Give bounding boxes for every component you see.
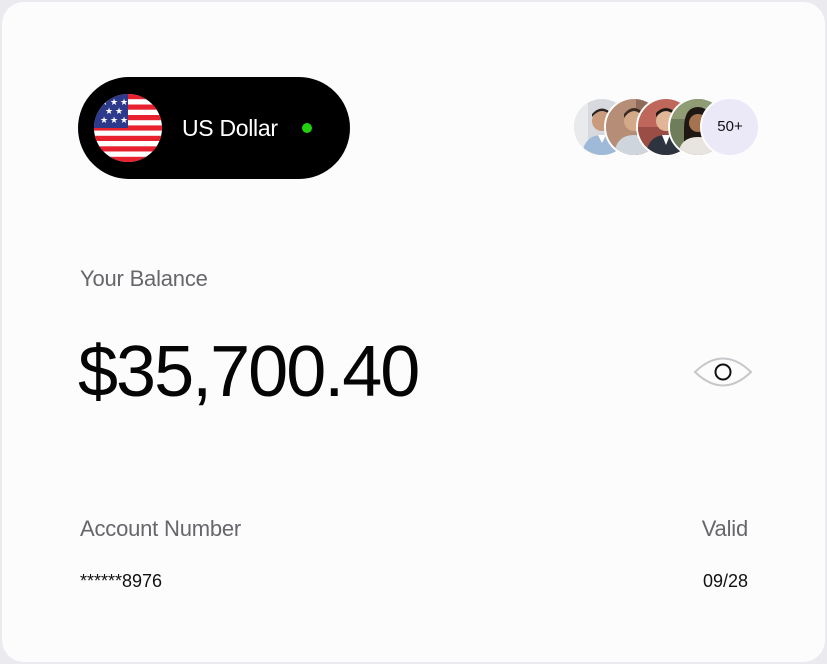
balance-amount: $35,700.40 [78, 332, 420, 412]
svg-text:★: ★ [110, 116, 118, 126]
toggle-balance-visibility-button[interactable] [692, 349, 754, 395]
member-count-badge[interactable]: 50+ [700, 97, 760, 157]
account-number-label: Account Number [80, 516, 242, 541]
balance-card: ★ ★ ★ ★ ★ ★ ★ ★ US Dollar 50+ Your Balan… [2, 2, 825, 662]
svg-text:★: ★ [120, 116, 128, 126]
status-dot [302, 123, 312, 133]
us-flag-icon: ★ ★ ★ ★ ★ ★ ★ ★ [94, 94, 162, 162]
currency-selector[interactable]: ★ ★ ★ ★ ★ ★ ★ ★ US Dollar [78, 77, 350, 179]
currency-label: US Dollar [182, 115, 278, 141]
balance-label: Your Balance [80, 266, 208, 291]
svg-text:★: ★ [100, 116, 108, 126]
member-avatars[interactable]: 50+ [572, 97, 762, 157]
valid-label: Valid [701, 516, 748, 541]
account-number-value: ******8976 [80, 571, 163, 591]
eye-icon [693, 357, 753, 387]
valid-date-value: 09/28 [702, 571, 748, 591]
